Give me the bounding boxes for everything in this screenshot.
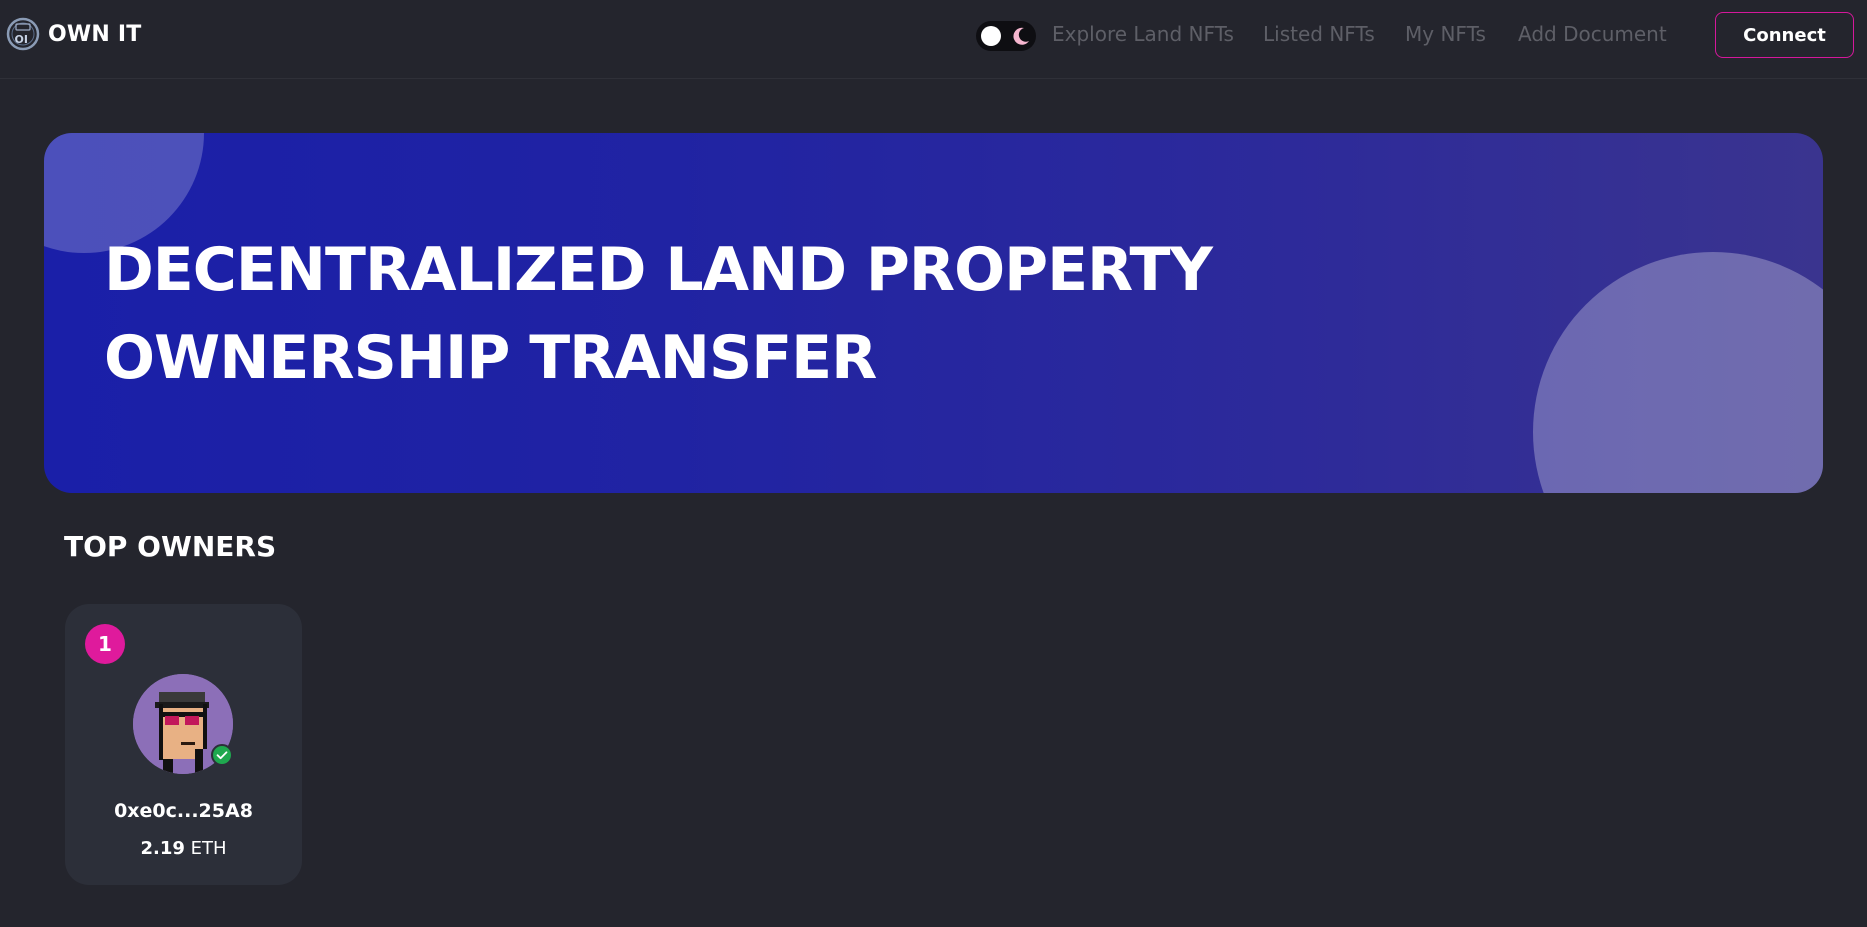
owner-balance: 2.19 ETH (65, 838, 302, 859)
hero-decor-circle-right (1533, 252, 1823, 493)
moon-icon (1013, 27, 1029, 45)
nav-add-document[interactable]: Add Document (1518, 22, 1667, 46)
nav-listed-nfts[interactable]: Listed NFTs (1263, 22, 1375, 46)
hero-banner: DECENTRALIZED LAND PROPERTY OWNERSHIP TR… (44, 133, 1823, 493)
nav-my-nfts[interactable]: My NFTs (1405, 22, 1486, 46)
owner-card[interactable]: 1 0xe0c...25A8 2.19 ETH (65, 604, 302, 885)
verified-check-icon (211, 744, 233, 766)
owner-address: 0xe0c...25A8 (114, 800, 253, 822)
toggle-knob (981, 26, 1001, 46)
top-owners-title: TOP OWNERS (64, 530, 277, 563)
owner-balance-unit: ETH (190, 838, 227, 859)
theme-toggle[interactable] (976, 21, 1036, 51)
hero-title: DECENTRALIZED LAND PROPERTY OWNERSHIP TR… (104, 235, 1213, 393)
brand-name: OWN IT (48, 21, 142, 47)
owner-balance-amount: 2.19 (140, 838, 185, 859)
rank-badge: 1 (85, 624, 125, 664)
connect-button[interactable]: Connect (1715, 12, 1854, 58)
navbar: OI OWN IT Explore Land NFTs Listed NFTs … (0, 0, 1867, 79)
svg-text:OI: OI (15, 33, 28, 46)
nav-explore-land-nfts[interactable]: Explore Land NFTs (1052, 22, 1234, 46)
brand-logo[interactable]: OI OWN IT (6, 16, 141, 52)
own-it-logo-icon: OI (6, 17, 40, 51)
